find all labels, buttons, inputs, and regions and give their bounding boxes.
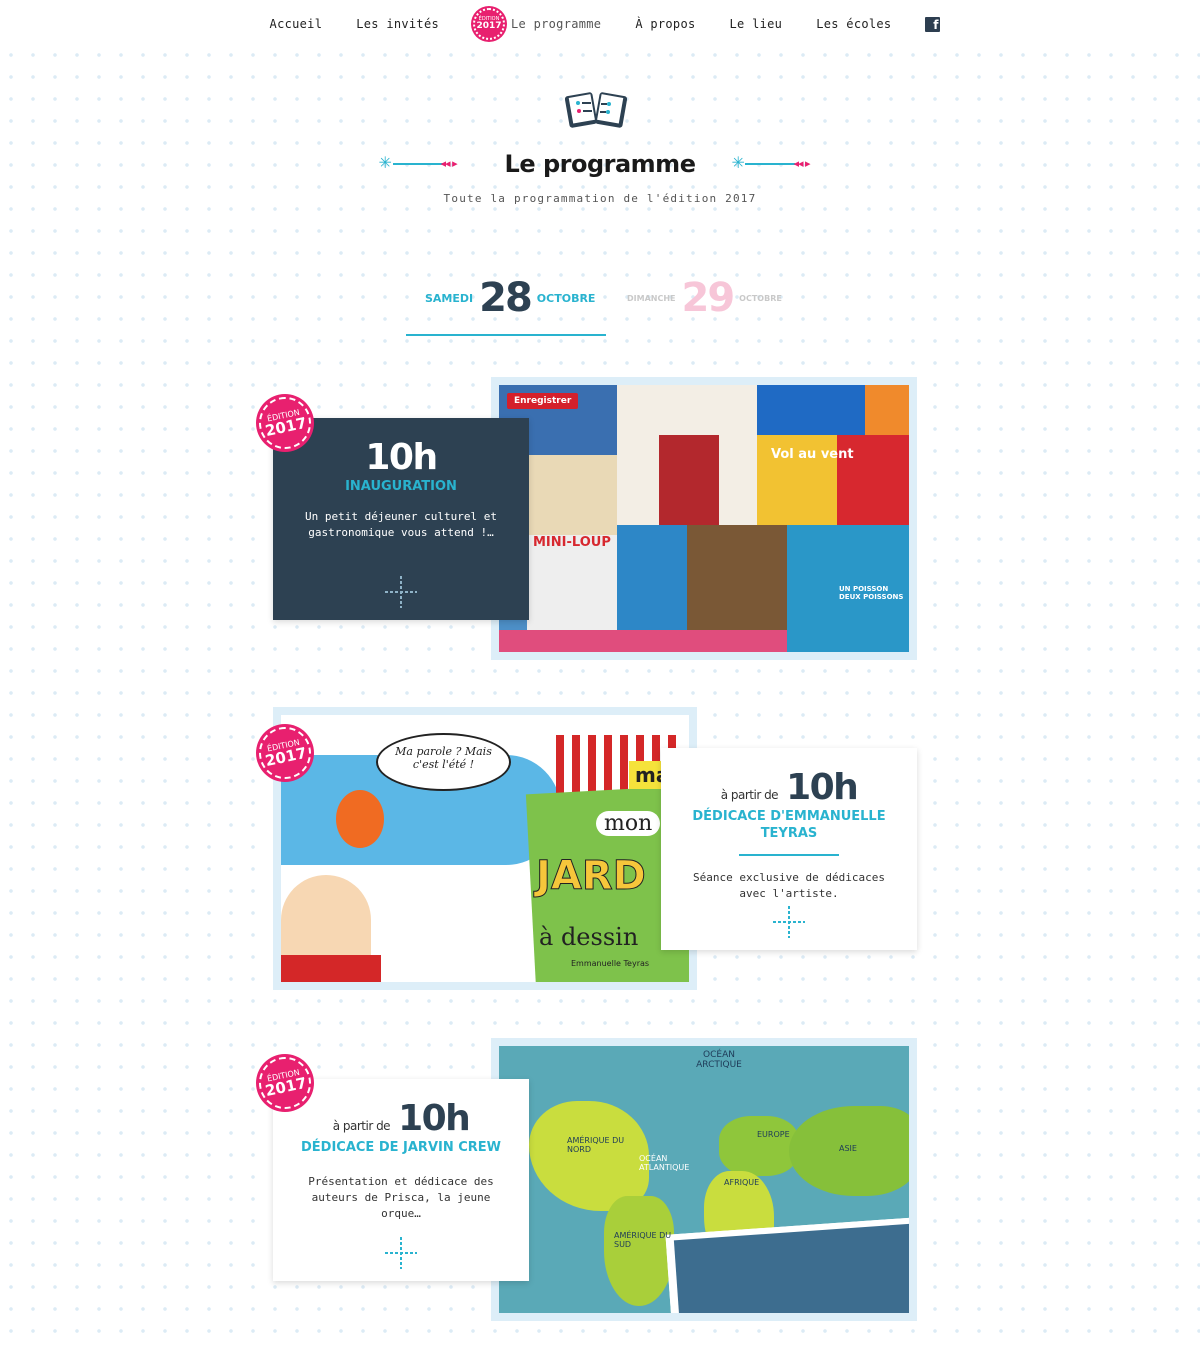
more-plus-icon[interactable]: [385, 1237, 417, 1269]
nav-item-programme[interactable]: Le programme: [511, 17, 601, 31]
map-label-asia: ASIE: [839, 1144, 857, 1153]
tab-samedi[interactable]: SAMEDI 28 OCTOBRE: [425, 276, 595, 320]
event-description: Présentation et dédicace des auteurs de …: [308, 1175, 494, 1220]
nav-item-programme-wrap: ÉDITION 2017 Le programme: [473, 8, 601, 40]
pinterest-save-button[interactable]: Enregistrer: [507, 393, 579, 409]
book-collage-image: Enregistrer Vol au vent MINI-LOUP UN POI…: [499, 385, 909, 652]
event-time: 10h: [365, 437, 438, 478]
nav-item-lieu[interactable]: Le lieu: [730, 17, 783, 31]
event-card-jarvin[interactable]: à partir de 10h DÉDICACE DE JARVIN CREW …: [273, 1079, 529, 1281]
event-title: DÉDICACE DE JARVIN CREW: [300, 1140, 502, 1155]
event-title: INAUGURATION: [345, 479, 457, 494]
arrow-decoration-left-icon: ✳ ◂◂ ▸: [378, 153, 458, 172]
open-book-icon: [565, 92, 627, 128]
more-plus-icon[interactable]: [385, 576, 417, 608]
nav-item-accueil[interactable]: Accueil: [270, 17, 323, 31]
tab-dimanche[interactable]: DIMANCHE 29 OCTOBRE: [627, 276, 782, 320]
page-title: Le programme: [504, 150, 696, 178]
book-word-mon: mon: [596, 811, 661, 836]
event-title: DÉDICACE D'EMMANUELLE TEYRAS: [692, 809, 886, 841]
event-image-inauguration[interactable]: Enregistrer Vol au vent MINI-LOUP UN POI…: [491, 377, 917, 660]
event-description: Un petit déjeuner culturel et gastronomi…: [304, 510, 498, 539]
speech-bubble-text: Ma parole ? Mais c'est l'été !: [395, 745, 492, 771]
world-map-image: OCÉAN ARCTIQUE AMÉRIQUE DU NORD EUROPE A…: [499, 1046, 909, 1313]
map-label-atlantic: OCÉAN ATLANTIQUE: [639, 1154, 690, 1172]
edition-badge-icon: ÉDITION 2017: [473, 8, 506, 40]
event-description: Séance exclusive de dédicaces avec l'art…: [692, 871, 886, 900]
nav-item-ecoles[interactable]: Les écoles: [816, 17, 891, 31]
collage-title-3: UN POISSON DEUX POISSONS: [839, 585, 904, 601]
nav-item-apropos[interactable]: À propos: [635, 17, 695, 31]
event-card-inauguration[interactable]: 10h INAUGURATION Un petit déjeuner cultu…: [273, 418, 529, 620]
map-label-africa: AFRIQUE: [724, 1178, 760, 1187]
nav-item-invites[interactable]: Les invités: [356, 17, 439, 31]
map-label-europe: EUROPE: [757, 1130, 790, 1139]
event-image-teyras[interactable]: Ma parole ? Mais c'est l'été ! ma mon JA…: [273, 707, 697, 990]
facebook-icon[interactable]: f: [925, 16, 941, 32]
title-row: ✳ ◂◂ ▸ Le programme ✳ ◂◂ ▸: [0, 150, 1200, 178]
book-word-a-dessiner: à dessin: [539, 923, 639, 951]
book-word-jard: JARD: [536, 853, 647, 900]
book-author: Emmanuelle Teyras: [571, 959, 650, 968]
event-image-jarvin[interactable]: OCÉAN ARCTIQUE AMÉRIQUE DU NORD EUROPE A…: [491, 1038, 917, 1321]
event-card-teyras[interactable]: à partir de 10h DÉDICACE D'EMMANUELLE TE…: [661, 748, 917, 950]
top-nav: Accueil Les invités ÉDITION 2017 Le prog…: [0, 0, 1200, 48]
title-separator: [739, 854, 839, 856]
event-time: à partir de 10h: [720, 767, 859, 808]
collage-title-1: Vol au vent: [771, 447, 854, 462]
collage-title-2: MINI-LOUP: [533, 535, 611, 550]
map-label-south-america: AMÉRIQUE DU SUD: [614, 1231, 672, 1249]
map-label-arctic: OCÉAN ARCTIQUE: [696, 1050, 742, 1070]
page-subtitle: Toute la programmation de l'édition 2017: [443, 192, 757, 205]
teyras-illustration-image: Ma parole ? Mais c'est l'été ! ma mon JA…: [281, 715, 689, 982]
active-tab-underline: [406, 334, 606, 336]
event-time: à partir de 10h: [332, 1098, 471, 1139]
arrow-decoration-right-icon: ✳ ◂◂ ▸: [731, 153, 810, 172]
more-plus-icon[interactable]: [773, 906, 805, 938]
map-label-north-america: AMÉRIQUE DU NORD: [567, 1136, 625, 1154]
